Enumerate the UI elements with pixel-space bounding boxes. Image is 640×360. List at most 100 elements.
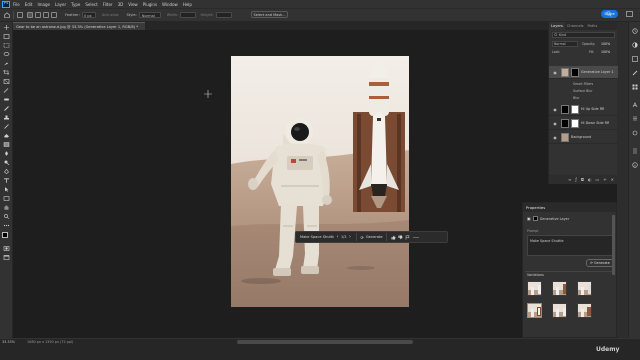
foreground-color-swatch[interactable]: [2, 232, 8, 238]
menu-window[interactable]: Window: [162, 2, 178, 7]
menu-file[interactable]: File: [13, 2, 20, 7]
frame-icon[interactable]: [3, 79, 10, 84]
chevron-left-icon[interactable]: ‹: [334, 234, 341, 241]
crop-icon[interactable]: [3, 70, 10, 75]
swatches-icon[interactable]: [632, 84, 638, 90]
workspace-icon[interactable]: [626, 11, 633, 17]
new-selection-icon[interactable]: [27, 12, 33, 18]
eyedropper-icon[interactable]: [3, 88, 10, 93]
path-selection-icon[interactable]: [3, 187, 10, 192]
character-icon[interactable]: [632, 102, 638, 108]
add-selection-icon[interactable]: [35, 12, 41, 18]
menu-plugins[interactable]: Plugins: [143, 2, 157, 7]
properties-scrollbar[interactable]: [612, 215, 615, 275]
marquee-icon[interactable]: [3, 43, 10, 48]
glyphs-icon[interactable]: [632, 130, 638, 136]
variation-thumbnail-5[interactable]: [552, 303, 567, 318]
tab-channels[interactable]: Channels: [565, 24, 586, 28]
lasso-icon[interactable]: [3, 52, 10, 57]
home-icon[interactable]: [4, 12, 10, 18]
quick-mask-icon[interactable]: [3, 246, 10, 251]
rectangle-icon[interactable]: [3, 196, 10, 201]
menu-view[interactable]: View: [128, 2, 138, 7]
more-tools-icon[interactable]: [3, 223, 10, 228]
object-selection-icon[interactable]: [3, 61, 10, 66]
eye-icon[interactable]: ◉: [552, 120, 558, 126]
new-group-icon[interactable]: ▭: [596, 177, 600, 182]
search-icon[interactable]: [606, 11, 612, 17]
artboard-icon[interactable]: [3, 34, 10, 39]
dodge-icon[interactable]: [3, 160, 10, 165]
healing-brush-icon[interactable]: [3, 97, 10, 102]
opacity-value[interactable]: 100%: [601, 42, 610, 46]
variation-thumbnail-6[interactable]: [577, 303, 592, 318]
menu-layer[interactable]: Layer: [55, 2, 66, 7]
document-tab[interactable]: Gear to be an astronaut.jpg @ 33.3% (Gen…: [13, 22, 145, 30]
menu-edit[interactable]: Edit: [25, 2, 33, 7]
pen-icon[interactable]: [3, 169, 10, 174]
document-canvas-image[interactable]: [231, 56, 409, 307]
delete-layer-icon[interactable]: ✕: [611, 177, 614, 182]
document-info[interactable]: 1080 px x 1350 px (72 ppi): [27, 340, 73, 344]
variation-thumbnail-1[interactable]: [527, 281, 542, 296]
gradient-icon[interactable]: [3, 142, 10, 147]
blur-icon[interactable]: [3, 151, 10, 156]
anti-alias-checkbox[interactable]: Anti-alias: [102, 13, 119, 17]
blend-mode-select[interactable]: Normal: [552, 41, 578, 47]
history-brush-icon[interactable]: [3, 124, 10, 129]
paragraph-icon[interactable]: [632, 116, 638, 122]
subtract-selection-icon[interactable]: [43, 12, 49, 18]
layer-row-generative[interactable]: ◉ Generative Layer 1: [549, 66, 618, 79]
context-generate-button[interactable]: ⟳ Generate: [356, 233, 387, 241]
context-prompt-text[interactable]: Make Space Shuttle: [300, 235, 334, 239]
history-icon[interactable]: [632, 28, 638, 34]
brush-icon[interactable]: [3, 106, 10, 111]
horizontal-scrollbar[interactable]: [237, 340, 413, 344]
thumbs-down-icon[interactable]: [397, 234, 404, 241]
fill-value[interactable]: 100%: [601, 50, 610, 54]
layer-filter-kind[interactable]: Kind: [552, 32, 615, 38]
chevron-right-icon[interactable]: ›: [346, 234, 353, 241]
flag-icon[interactable]: [404, 234, 411, 241]
width-input[interactable]: [180, 12, 197, 18]
menu-filter[interactable]: Filter: [103, 2, 113, 7]
brushes-icon[interactable]: [632, 70, 638, 76]
adjustments-icon[interactable]: [632, 42, 638, 48]
style-select[interactable]: Normal: [138, 12, 161, 18]
add-mask-icon[interactable]: ◘: [581, 177, 584, 182]
properties-generate-button[interactable]: ⟳ Generate: [586, 259, 614, 267]
layer-row-hi-down[interactable]: ◉ Hi Down Side RR: [549, 117, 618, 130]
thumbs-up-icon[interactable]: [390, 234, 397, 241]
layer-subrow-smart-filters[interactable]: Smart Filters: [549, 80, 618, 87]
tab-layers[interactable]: Layers: [549, 22, 565, 30]
layer-style-icon[interactable]: ƒ: [575, 177, 576, 182]
tab-paths[interactable]: Paths: [586, 24, 600, 28]
layer-row-hi-up[interactable]: ◉ Hi Up Side RR: [549, 103, 618, 116]
zoom-icon[interactable]: [3, 214, 10, 219]
layer-subrow-surface-blur[interactable]: Surface Blur: [549, 87, 618, 94]
marquee-tool-preset-icon[interactable]: [17, 12, 23, 18]
eye-icon[interactable]: ◉: [552, 106, 558, 112]
properties-panel-icon[interactable]: [632, 148, 638, 154]
libraries-icon[interactable]: [632, 56, 638, 62]
eye-icon[interactable]: ◉: [552, 69, 558, 75]
eraser-icon[interactable]: [3, 133, 10, 138]
adjustment-layer-icon[interactable]: ◐: [588, 177, 592, 182]
menu-image[interactable]: Image: [37, 2, 50, 7]
type-icon[interactable]: [3, 178, 10, 183]
intersect-selection-icon[interactable]: [51, 12, 57, 18]
more-icon[interactable]: [413, 234, 420, 241]
variation-thumbnail-3[interactable]: [577, 281, 592, 296]
prompt-textarea[interactable]: Make Space Shuttle: [527, 235, 613, 256]
new-layer-icon[interactable]: +: [603, 177, 606, 182]
menu-help[interactable]: Help: [183, 2, 192, 7]
clone-stamp-icon[interactable]: [3, 115, 10, 120]
screen-mode-icon[interactable]: [3, 255, 10, 260]
info-icon[interactable]: [632, 162, 638, 168]
menu-select[interactable]: Select: [85, 2, 97, 7]
layer-subrow-blur[interactable]: Blur: [549, 94, 618, 101]
move-icon[interactable]: [3, 25, 10, 30]
link-layers-icon[interactable]: ∞: [568, 177, 571, 182]
variation-thumbnail-2[interactable]: [552, 281, 567, 296]
hand-icon[interactable]: [3, 205, 10, 210]
